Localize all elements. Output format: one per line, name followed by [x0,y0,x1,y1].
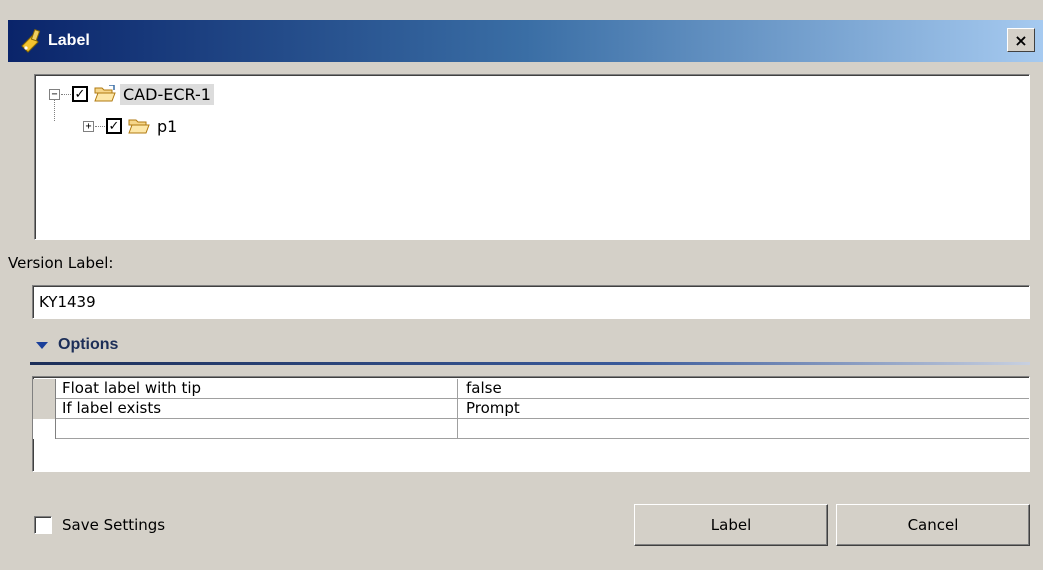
save-settings-label[interactable]: Save Settings [62,516,165,534]
version-label-input[interactable] [32,285,1030,319]
checkbox-box[interactable] [34,516,52,534]
property-value[interactable]: false [458,379,1029,399]
table-row[interactable] [33,419,1029,439]
row-gutter [33,379,56,399]
tree-node-child[interactable]: + ✓ p1 [83,115,180,137]
tree-dots [61,93,71,95]
label-button[interactable]: Label [634,504,828,546]
version-label-caption: Version Label: [8,254,114,272]
expand-icon[interactable]: + [83,120,94,132]
property-name: Float label with tip [56,379,458,399]
checkmark-icon: ✓ [74,86,86,102]
title-bar[interactable]: Label × [8,20,1043,62]
property-value[interactable] [458,419,1029,439]
tree-node-label[interactable]: CAD-ECR-1 [120,83,214,105]
table-row[interactable]: If label exists Prompt [33,399,1029,419]
label-dialog: Label × − ✓ CAD-ECR-1 + ✓ p1 Version Lab… [0,0,1043,570]
property-name [56,419,458,439]
close-button[interactable]: × [1007,28,1035,52]
table-row[interactable]: Float label with tip false [33,379,1029,399]
window-title: Label [48,32,90,49]
save-settings-checkbox[interactable]: Save Settings [34,516,165,534]
tree-dots [95,125,105,127]
options-property-table: Float label with tip false If label exis… [32,376,1030,472]
options-title: Options [58,336,119,353]
label-tag-icon [18,28,44,54]
close-icon: × [1014,30,1028,50]
tree-node-label[interactable]: p1 [154,116,180,137]
folder-open-icon [128,119,150,134]
property-name: If label exists [56,399,458,419]
resource-tree[interactable]: − ✓ CAD-ECR-1 + ✓ p1 [34,74,1030,240]
cancel-button[interactable]: Cancel [836,504,1030,546]
options-divider [30,362,1030,365]
row-gutter [33,419,56,439]
folder-open-icon [94,85,116,102]
child-checkbox[interactable]: ✓ [106,118,122,134]
checkmark-icon: ✓ [108,118,120,134]
tree-node-root[interactable]: − ✓ CAD-ECR-1 [49,83,214,105]
root-checkbox[interactable]: ✓ [72,86,88,102]
options-section-header[interactable]: Options [32,336,118,354]
collapse-icon[interactable]: − [49,88,60,100]
expand-arrow-icon[interactable] [36,341,48,349]
property-value[interactable]: Prompt [458,399,1029,419]
row-gutter [33,399,56,419]
